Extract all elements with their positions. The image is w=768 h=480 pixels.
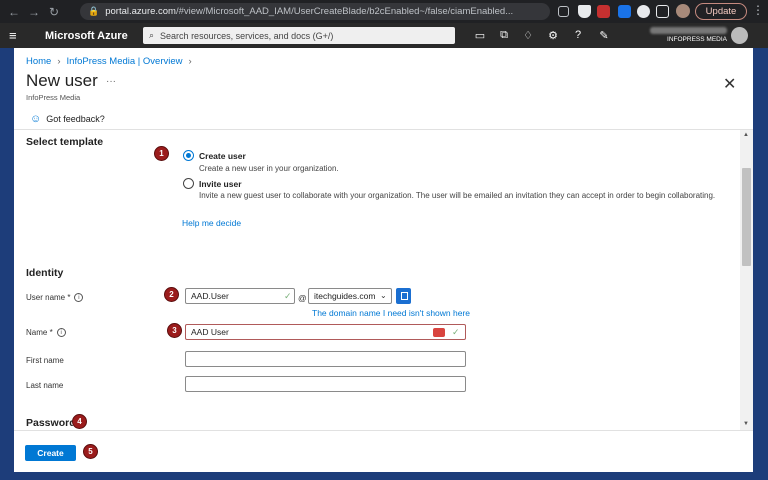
feedback-person-icon: ☺ (30, 113, 42, 125)
breadcrumb: Home › InfoPress Media | Overview › (26, 56, 192, 67)
checkmark-icon: ✓ (452, 327, 460, 337)
directory-icon[interactable]: ⧉ (497, 29, 511, 42)
extension-icon[interactable] (618, 5, 631, 18)
first-name-input[interactable] (185, 351, 466, 367)
user-name-label: User name * i (26, 293, 84, 302)
create-user-desc: Create a new user in your organization. (199, 164, 339, 173)
close-icon[interactable]: ✕ (723, 74, 736, 94)
install-icon[interactable] (558, 6, 569, 17)
global-search[interactable]: ⌕ Search resources, services, and docs (… (143, 27, 455, 44)
back-icon[interactable]: ← (4, 5, 24, 19)
user-name-input[interactable]: AAD.User (185, 288, 295, 304)
scroll-up-icon[interactable]: ▲ (743, 132, 749, 138)
sidepanel-icon[interactable] (656, 5, 669, 18)
info-icon[interactable]: i (74, 293, 84, 302)
cloud-shell-icon[interactable]: ▭ (473, 29, 487, 42)
scrollbar-thumb[interactable] (742, 168, 751, 266)
extension-icon[interactable] (433, 328, 445, 337)
chevron-right-icon: › (188, 56, 192, 67)
first-name-label: First name (26, 356, 64, 365)
account-email-redacted (650, 27, 727, 34)
last-name-input[interactable] (185, 376, 466, 392)
last-name-label: Last name (26, 381, 63, 390)
url-text: portal.azure.com/#view/Microsoft_AAD_IAM… (105, 6, 514, 17)
bell-icon[interactable]: ♢ (521, 29, 535, 42)
search-icon: ⌕ (149, 30, 155, 40)
page-title: New user (26, 71, 98, 90)
last-name-label-text: Last name (26, 381, 64, 390)
extension-icon[interactable] (597, 5, 610, 18)
avatar[interactable] (731, 27, 748, 44)
feedback-icon[interactable]: ✎ (597, 29, 611, 42)
name-input[interactable]: AAD User (185, 324, 466, 340)
feedback-button[interactable]: ☺ Got feedback? (30, 113, 105, 125)
checkmark-icon: ✓ (284, 291, 292, 301)
azure-brand[interactable]: Microsoft Azure (45, 30, 128, 42)
domain-not-shown-link[interactable]: The domain name I need isn't shown here (312, 308, 470, 318)
chevron-down-icon: ⌄ (380, 291, 387, 300)
account-menu[interactable]: INFOPRESS MEDIA (630, 27, 727, 43)
section-password: Password (26, 417, 76, 429)
divider (14, 430, 753, 431)
forward-icon[interactable]: → (24, 5, 44, 19)
search-placeholder: Search resources, services, and docs (G+… (160, 30, 334, 41)
breadcrumb-overview[interactable]: InfoPress Media | Overview (67, 56, 183, 67)
radio-create-user[interactable] (183, 150, 194, 161)
help-me-decide-link[interactable]: Help me decide (182, 218, 241, 228)
step-badge: 4 (72, 414, 87, 429)
scroll-down-icon[interactable]: ▼ (743, 421, 749, 427)
name-label-text: Name * (26, 328, 53, 337)
invite-user-label: Invite user (199, 179, 242, 189)
section-identity: Identity (26, 267, 64, 279)
more-options-icon[interactable]: ··· (106, 76, 116, 87)
breadcrumb-home[interactable]: Home (26, 56, 51, 67)
at-sign: @ (298, 293, 307, 303)
create-user-label: Create user (199, 151, 246, 161)
menu-icon[interactable]: ⋮ (752, 3, 764, 17)
step-badge: 2 (164, 287, 179, 302)
section-select-template: Select template (26, 136, 104, 148)
browser-toolbar: ← → ↻ 🔒 portal.azure.com/#view/Microsoft… (0, 0, 768, 23)
gear-icon[interactable]: ⚙ (546, 29, 560, 42)
name-label: Name * i (26, 328, 66, 337)
step-badge: 1 (154, 146, 169, 161)
update-button[interactable]: Update (695, 3, 747, 20)
page-subtitle: InfoPress Media (26, 93, 81, 102)
new-user-blade: Home › InfoPress Media | Overview › New … (14, 48, 753, 472)
create-button[interactable]: Create (25, 445, 76, 461)
lock-icon: 🔒 (88, 6, 100, 16)
info-icon[interactable]: i (56, 328, 66, 337)
profile-avatar[interactable] (676, 4, 690, 18)
user-name-label-text: User name * (26, 293, 71, 302)
copy-icon[interactable] (396, 288, 411, 304)
hamburger-icon[interactable]: ≡ (9, 28, 31, 43)
azure-topbar: ≡ Microsoft Azure ⌕ Search resources, se… (0, 23, 768, 48)
reload-icon[interactable]: ↻ (44, 5, 64, 19)
radio-invite-user[interactable] (183, 178, 194, 189)
address-bar[interactable]: 🔒 portal.azure.com/#view/Microsoft_AAD_I… (80, 3, 550, 20)
invite-user-desc: Invite a new guest user to collaborate w… (199, 191, 716, 200)
step-badge: 5 (83, 444, 98, 459)
help-icon[interactable]: ? (571, 29, 585, 41)
puzzle-icon[interactable] (637, 5, 650, 18)
tenant-name: INFOPRESS MEDIA (667, 36, 727, 43)
feedback-label: Got feedback? (46, 114, 105, 124)
first-name-label-text: First name (26, 356, 64, 365)
form-scroll-area[interactable]: Select template 1 Create user Create a n… (14, 130, 753, 430)
chevron-right-icon: › (57, 56, 61, 67)
shield-icon[interactable] (578, 5, 591, 18)
step-badge: 3 (167, 323, 182, 338)
